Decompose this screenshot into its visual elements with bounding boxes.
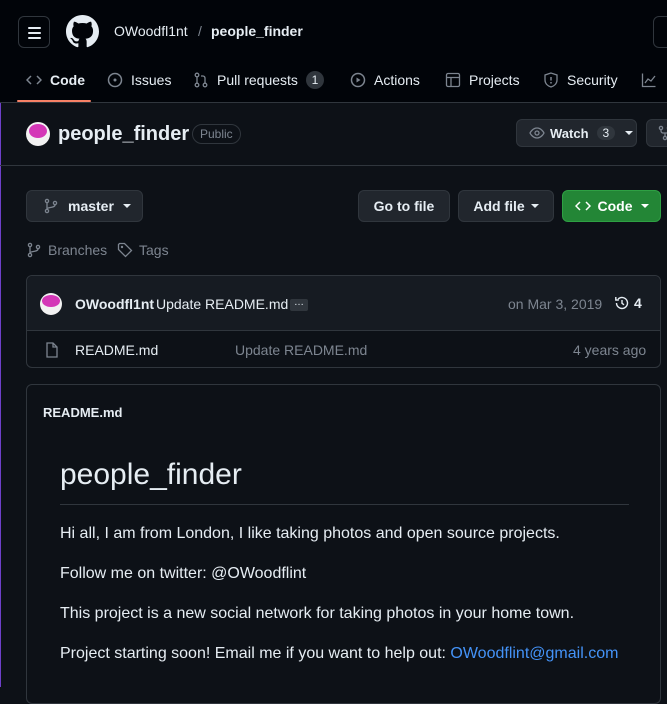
- add-file-label: Add file: [473, 198, 525, 214]
- add-file-button[interactable]: Add file: [458, 190, 554, 222]
- tab-label: Pull requests: [217, 72, 298, 88]
- readme-paragraph: Project starting soon! Email me if you w…: [60, 645, 618, 663]
- file-browser: OWoodfl1nt Update README.md … on Mar 3, …: [26, 275, 661, 368]
- commit-author-avatar[interactable]: [40, 293, 62, 315]
- chevron-down-icon: [530, 204, 539, 208]
- owner-avatar[interactable]: [26, 122, 50, 146]
- file-icon: [46, 342, 58, 358]
- tab-code[interactable]: Code: [26, 70, 85, 90]
- commit-author[interactable]: OWoodfl1nt: [75, 296, 154, 312]
- branch-icon: [27, 242, 41, 258]
- tab-projects[interactable]: Projects: [445, 70, 520, 90]
- play-icon: [350, 72, 366, 88]
- menu-button[interactable]: [18, 16, 50, 48]
- issue-icon: [107, 72, 123, 88]
- readme-text: Project starting soon! Email me if you w…: [60, 645, 451, 662]
- chevron-down-icon: [122, 204, 131, 208]
- pull-request-count: 1: [305, 71, 324, 89]
- tag-icon: [117, 242, 133, 258]
- readme-filename[interactable]: README.md: [43, 405, 122, 420]
- menu-line: [28, 37, 41, 39]
- chevron-down-icon: [625, 131, 634, 135]
- github-logo-icon[interactable]: [66, 15, 99, 48]
- email-link[interactable]: OWoodflint@gmail.com: [450, 645, 618, 662]
- owner-link[interactable]: OWoodfl1nt: [114, 23, 188, 39]
- visibility-badge: Public: [192, 124, 241, 144]
- shield-icon: [544, 72, 558, 88]
- fork-button[interactable]: [646, 119, 667, 147]
- branches-link[interactable]: Branches: [26, 241, 107, 259]
- watch-count: 3: [596, 126, 616, 140]
- readme-paragraph: This project is a new social network for…: [60, 605, 575, 622]
- readme-panel: README.md people_finder Hi all, I am fro…: [26, 384, 661, 704]
- readme-paragraph: Follow me on twitter: @OWoodflint: [60, 565, 307, 582]
- file-commit-message[interactable]: Update README.md: [235, 342, 367, 358]
- pull-request-icon: [194, 72, 208, 88]
- graph-icon: [641, 73, 656, 88]
- commit-expand-button[interactable]: …: [290, 298, 308, 311]
- tab-label: Actions: [374, 72, 420, 88]
- tab-actions[interactable]: Actions: [350, 70, 420, 90]
- code-icon: [26, 75, 42, 85]
- go-to-file-button[interactable]: Go to file: [358, 190, 450, 222]
- code-icon: [574, 201, 591, 211]
- header-action-button[interactable]: [653, 16, 667, 48]
- tab-label: Code: [50, 72, 85, 88]
- table-icon: [445, 72, 461, 88]
- file-row[interactable]: README.md Update README.md 4 years ago: [27, 331, 660, 368]
- tab-label: Projects: [469, 72, 520, 88]
- avatar-mark: [29, 124, 47, 138]
- path-separator: /: [198, 23, 202, 39]
- branch-selector[interactable]: master: [26, 190, 143, 222]
- tags-link[interactable]: Tags: [117, 241, 169, 259]
- commit-date: on Mar 3, 2019: [508, 296, 603, 312]
- chevron-down-icon: [640, 204, 649, 208]
- menu-line: [28, 32, 41, 34]
- commit-count: 4: [634, 295, 642, 311]
- left-accent-line: [0, 0, 1, 687]
- branches-label: Branches: [48, 242, 108, 258]
- section-divider: [0, 165, 667, 166]
- active-tab-underline: [17, 100, 91, 102]
- readme-paragraph: Hi all, I am from London, I like taking …: [60, 525, 560, 542]
- file-name[interactable]: README.md: [75, 342, 158, 358]
- tab-issues[interactable]: Issues: [107, 70, 171, 90]
- watch-label: Watch: [550, 125, 589, 141]
- tab-security[interactable]: Security: [543, 70, 618, 90]
- tab-label: Security: [567, 72, 618, 88]
- tab-label: Issues: [131, 72, 172, 88]
- heading-divider: [60, 504, 629, 505]
- go-to-file-label: Go to file: [373, 198, 435, 214]
- tab-insights[interactable]: [641, 70, 657, 90]
- watch-button[interactable]: Watch 3: [516, 119, 637, 147]
- repo-title[interactable]: people_finder: [58, 123, 189, 146]
- avatar-mark: [42, 295, 60, 307]
- tab-pull-requests[interactable]: Pull requests 1: [193, 70, 324, 90]
- branch-name: master: [68, 198, 114, 214]
- fork-icon: [658, 125, 667, 141]
- code-button[interactable]: Code: [562, 190, 661, 222]
- commit-history-link[interactable]: 4: [614, 295, 642, 311]
- eye-icon: [529, 127, 545, 139]
- history-icon: [615, 296, 629, 310]
- file-age: 4 years ago: [573, 342, 647, 358]
- tags-label: Tags: [139, 242, 169, 258]
- repo-name-link[interactable]: people_finder: [211, 23, 303, 39]
- latest-commit-row: OWoodfl1nt Update README.md … on Mar 3, …: [27, 276, 660, 331]
- readme-heading: people_finder: [60, 458, 242, 491]
- top-bar: OWoodfl1nt / people_finder Code Issues P…: [0, 0, 667, 103]
- code-label: Code: [597, 198, 633, 214]
- commit-message[interactable]: Update README.md: [156, 296, 288, 312]
- menu-line: [28, 27, 41, 29]
- branch-icon: [44, 198, 58, 214]
